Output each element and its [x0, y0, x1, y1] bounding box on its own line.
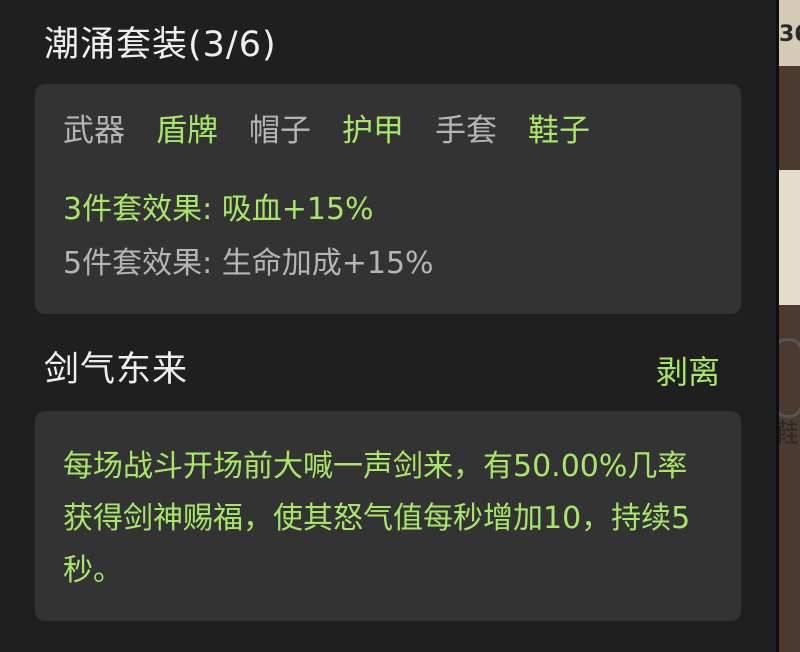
skill-description-card: 每场战斗开场前大喊一声剑来，有50.00%几率获得剑神赐福，使其怒气值每秒增加1…: [35, 411, 741, 621]
set-piece-hat: 帽子: [249, 113, 311, 149]
set-piece-gloves: 手套: [435, 113, 497, 149]
background-top-number: 36: [779, 22, 800, 47]
background-top-tile: 36: [779, 0, 800, 66]
equipment-detail-panel: 潮涌套装(3/6) 武器 盾牌 帽子 护甲 手套 鞋子 3件套效果: 吸血+15…: [0, 0, 776, 652]
set-pieces-row: 武器 盾牌 帽子 护甲 手套 鞋子: [63, 108, 621, 154]
set-piece-shield: 盾牌: [156, 113, 218, 149]
background-item-label: 鞋: [779, 419, 800, 449]
set-title: 潮涌套装(3/6): [44, 25, 277, 65]
background-game-view: 36 鞋: [779, 0, 800, 652]
set-piece-shoes: 鞋子: [528, 113, 590, 149]
background-item-ring: [779, 338, 800, 418]
set-bonus-5-piece: 5件套效果: 生命加成+15%: [63, 246, 434, 281]
set-info-card: 武器 盾牌 帽子 护甲 手套 鞋子 3件套效果: 吸血+15% 5件套效果: 生…: [35, 84, 741, 314]
skill-description: 每场战斗开场前大喊一声剑来，有50.00%几率获得剑神赐福，使其怒气值每秒增加1…: [63, 449, 691, 588]
set-piece-weapon: 武器: [63, 113, 125, 149]
background-item-card[interactable]: 鞋: [779, 170, 800, 449]
skill-name: 剑气东来: [44, 350, 189, 390]
strip-skill-button[interactable]: 剥离: [656, 350, 720, 394]
set-piece-armor: 护甲: [342, 113, 404, 149]
set-bonus-3-piece: 3件套效果: 吸血+15%: [63, 192, 374, 227]
